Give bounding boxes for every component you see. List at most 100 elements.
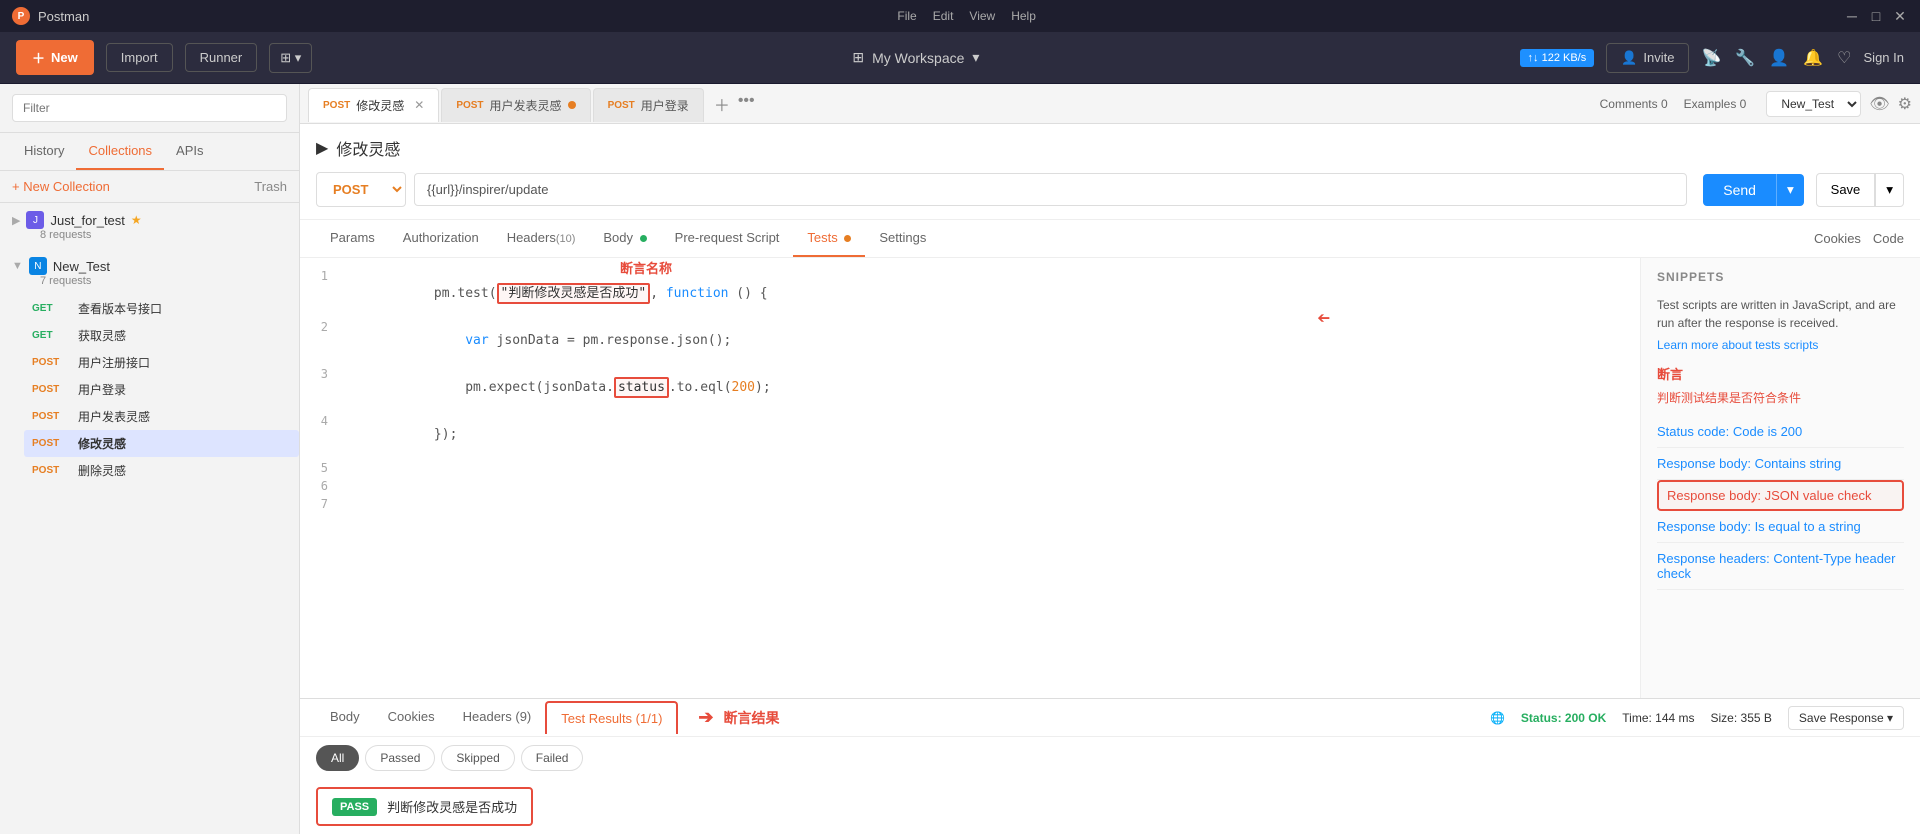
new-collection-button[interactable]: + New Collection <box>12 179 110 194</box>
pass-badge: PASS <box>332 798 377 816</box>
code-editor[interactable]: 1 pm.test("判断修改灵感是否成功", function () { 2 … <box>300 258 1640 698</box>
search-container <box>0 84 299 133</box>
snippet-0[interactable]: Status code: Code is 200 <box>1657 416 1904 448</box>
satellite-icon[interactable]: 📡 <box>1701 48 1721 68</box>
more-tabs-icon[interactable]: ••• <box>738 92 755 116</box>
window-close[interactable]: ✕ <box>1892 8 1908 25</box>
method-select[interactable]: POST <box>316 172 406 207</box>
dropdown-icon: ▾ <box>1887 711 1893 725</box>
snippet-2[interactable]: Response body: JSON value check <box>1657 480 1904 511</box>
req-tab-headers[interactable]: Headers(10) <box>493 220 590 257</box>
invite-button[interactable]: 👤 Invite <box>1606 43 1689 73</box>
collection-icon-0: J <box>26 211 44 229</box>
collection-count-1: 7 requests <box>12 275 287 287</box>
snippet-3[interactable]: Response body: Is equal to a string <box>1657 511 1904 543</box>
tab-close-0[interactable]: ✕ <box>414 98 424 112</box>
req-tab-settings[interactable]: Settings <box>865 220 940 257</box>
method-post-6: POST <box>32 465 70 476</box>
wrench-icon[interactable]: 🔧 <box>1735 48 1755 68</box>
tab-name-2: 用户登录 <box>641 97 689 114</box>
req-tab-tests[interactable]: Tests <box>793 220 865 257</box>
send-dropdown[interactable]: ▾ <box>1776 174 1804 206</box>
sidebar-tab-collections[interactable]: Collections <box>76 133 164 170</box>
menu-file[interactable]: File <box>897 9 916 23</box>
filter-failed[interactable]: Failed <box>521 745 584 771</box>
collection-item-0[interactable]: ▶ J Just_for_test ★ 8 requests <box>0 203 299 249</box>
send-button[interactable]: Send <box>1703 174 1776 206</box>
collection-item-1[interactable]: ▼ N New_Test 7 requests <box>0 249 299 295</box>
env-selector[interactable]: New_Test <box>1766 91 1861 117</box>
req-tab-authorization[interactable]: Authorization <box>389 220 493 257</box>
request-item-1[interactable]: GET 获取灵感 <box>24 322 299 349</box>
cookies-link[interactable]: Cookies <box>1814 231 1861 246</box>
request-item-6[interactable]: POST 删除灵感 <box>24 457 299 484</box>
filter-all[interactable]: All <box>316 745 359 771</box>
menu-view[interactable]: View <box>969 9 995 23</box>
runner-button[interactable]: Runner <box>185 43 258 72</box>
gear-icon[interactable]: ⚙ <box>1898 94 1912 114</box>
toolbar-icons: 📡 🔧 👤 🔔 ♡ <box>1701 48 1851 68</box>
collection-name-1: New_Test <box>53 259 110 274</box>
tab-method-1: POST <box>456 100 483 111</box>
resp-tab-body[interactable]: Body <box>316 699 374 736</box>
request-name-3: 用户登录 <box>78 381 126 398</box>
tab-0[interactable]: POST 修改灵感 ✕ <box>308 88 439 122</box>
code-line-3: 3 pm.expect(jsonData.status.to.eql(200); <box>300 364 1640 411</box>
signin-button[interactable]: Sign In <box>1864 50 1904 65</box>
filter-passed[interactable]: Passed <box>365 745 435 771</box>
eye-icon[interactable]: 👁 <box>1869 94 1889 114</box>
import-button[interactable]: Import <box>106 43 173 72</box>
add-tab-icon[interactable]: ＋ <box>714 92 730 116</box>
tabs-bar: POST 修改灵感 ✕ POST 用户发表灵感 POST 用户登录 ＋ ••• … <box>300 84 1920 124</box>
sidebar-tab-history[interactable]: History <box>12 133 76 170</box>
menu-help[interactable]: Help <box>1011 9 1036 23</box>
req-tab-body[interactable]: Body <box>589 220 660 257</box>
tabs-actions: ＋ ••• <box>714 92 755 116</box>
request-item-2[interactable]: POST 用户注册接口 <box>24 349 299 376</box>
sidebar-tab-apis[interactable]: APIs <box>164 133 215 170</box>
request-list: GET 查看版本号接口 GET 获取灵感 POST 用户注册接口 POST 用户… <box>0 295 299 484</box>
code-link[interactable]: Code <box>1873 231 1904 246</box>
request-item-3[interactable]: POST 用户登录 <box>24 376 299 403</box>
snippet-4[interactable]: Response headers: Content-Type header ch… <box>1657 543 1904 590</box>
request-item-0[interactable]: GET 查看版本号接口 <box>24 295 299 322</box>
resp-tab-cookies[interactable]: Cookies <box>374 699 449 736</box>
title-arrow: ▶ <box>316 138 328 158</box>
save-dropdown[interactable]: ▾ <box>1875 173 1904 207</box>
trash-button[interactable]: Trash <box>254 179 287 194</box>
resp-tab-headers[interactable]: Headers (9) <box>449 699 546 736</box>
new-button[interactable]: ＋ New <box>16 40 94 75</box>
tab-2[interactable]: POST 用户登录 <box>593 88 704 122</box>
request-item-4[interactable]: POST 用户发表灵感 <box>24 403 299 430</box>
request-item-5[interactable]: POST 修改灵感 <box>24 430 299 457</box>
test-result-name: 判断修改灵感是否成功 <box>387 797 517 816</box>
search-input[interactable] <box>12 94 287 122</box>
tab-1[interactable]: POST 用户发表灵感 <box>441 88 590 122</box>
snippet-1[interactable]: Response body: Contains string <box>1657 448 1904 480</box>
tab-method-0: POST <box>323 100 350 111</box>
method-post-5: POST <box>32 438 70 449</box>
request-name-5: 修改灵感 <box>78 435 126 452</box>
req-tab-prerequest[interactable]: Pre-request Script <box>661 220 794 257</box>
test-result-item: PASS 判断修改灵感是否成功 <box>316 787 533 826</box>
heart-icon[interactable]: ♡ <box>1837 48 1851 68</box>
save-button[interactable]: Save <box>1816 173 1876 207</box>
icon-button[interactable]: ⊞ ▾ <box>269 43 312 73</box>
unsaved-dot-1 <box>568 101 576 109</box>
resp-tab-test-results[interactable]: Test Results (1/1) <box>545 701 678 734</box>
examples-label: Examples 0 <box>1684 97 1747 111</box>
url-input[interactable] <box>414 173 1687 206</box>
workspace-selector[interactable]: ⊞ My Workspace ▾ <box>324 49 1507 66</box>
req-tab-params[interactable]: Params <box>316 220 389 257</box>
window-minimize[interactable]: ─ <box>1844 8 1860 25</box>
menu-edit[interactable]: Edit <box>933 9 954 23</box>
collection-header-0: ▶ J Just_for_test ★ <box>12 211 287 229</box>
person-icon[interactable]: 👤 <box>1769 48 1789 68</box>
save-response-button[interactable]: Save Response ▾ <box>1788 706 1904 730</box>
method-get-1: GET <box>32 330 70 341</box>
window-maximize[interactable]: □ <box>1868 8 1884 25</box>
filter-skipped[interactable]: Skipped <box>441 745 514 771</box>
learn-more-link[interactable]: Learn more about tests scripts <box>1657 338 1904 352</box>
bell-icon[interactable]: 🔔 <box>1803 48 1823 68</box>
request-name-0: 查看版本号接口 <box>78 300 162 317</box>
